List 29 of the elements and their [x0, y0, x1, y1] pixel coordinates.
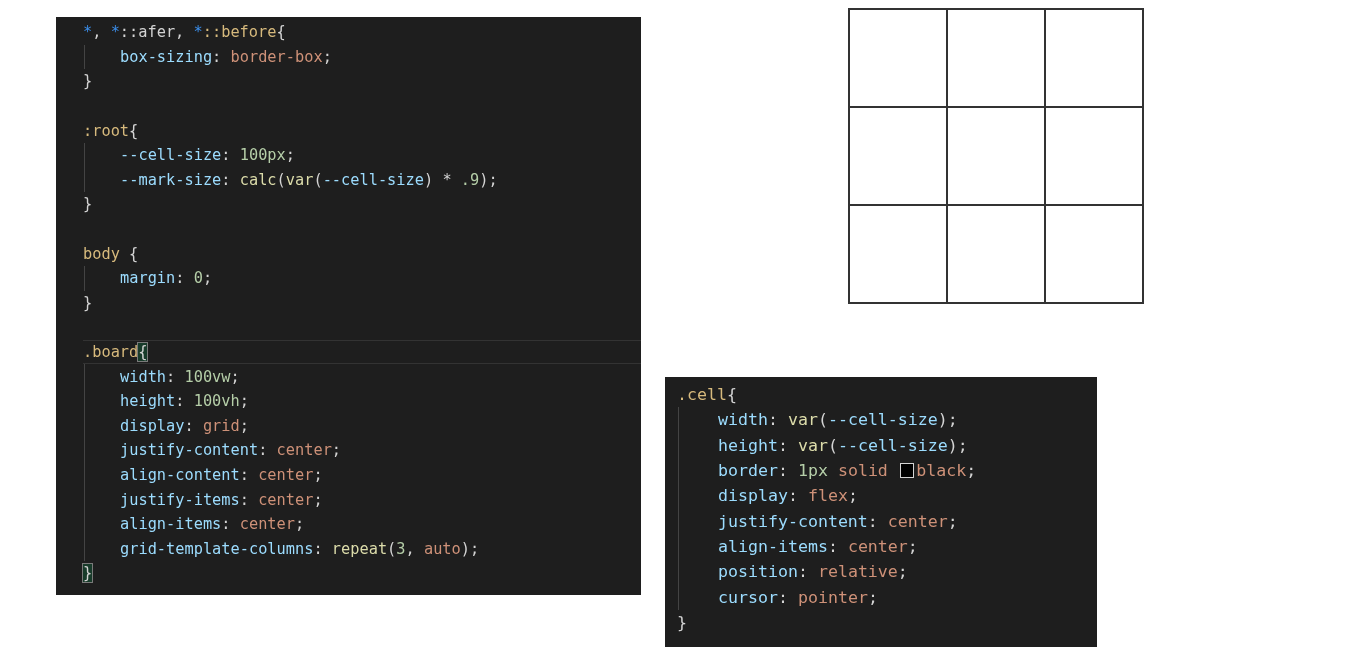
code-line: }: [83, 292, 94, 314]
code-line: }: [677, 611, 688, 634]
code-line: align-items: center;: [83, 511, 641, 537]
code-line: position: relative;: [677, 559, 1097, 585]
code-line: justify-items: center;: [83, 487, 641, 512]
code-line: display: flex;: [677, 483, 1097, 509]
code-line: margin: 0;: [83, 265, 641, 291]
code-line: }: [83, 71, 94, 93]
code-line: }: [83, 194, 94, 216]
code-line: border: 1px solid black;: [677, 457, 1097, 484]
code-line: justify-content: center;: [83, 438, 641, 463]
code-line: display: grid;: [83, 413, 641, 439]
code-line: height: 100vh;: [83, 388, 641, 414]
code-line: height: var(--cell-size);: [677, 432, 1097, 458]
code-line: box-sizing: border-box;: [83, 44, 641, 70]
code-line: .board{: [83, 339, 641, 365]
code-line: .cell{: [677, 384, 738, 407]
code-line: width: var(--cell-size);: [677, 407, 1097, 433]
code-line: :root{: [83, 120, 140, 142]
code-line: width: 100vw;: [83, 364, 641, 389]
code-line: --cell-size: 100px;: [83, 142, 641, 168]
code-line: justify-content: center;: [677, 508, 1097, 534]
code-line: grid-template-columns: repeat(3, auto);: [83, 536, 641, 562]
code-line: align-items: center;: [677, 533, 1097, 560]
code-line: body {: [83, 243, 140, 265]
code-line: align-content: center;: [83, 462, 641, 488]
code-line: *, *::afer, *::before{: [83, 22, 287, 44]
code-line: --mark-size: calc(var(--cell-size) * .9);: [83, 167, 641, 193]
code-line: cursor: pointer;: [677, 584, 1097, 610]
